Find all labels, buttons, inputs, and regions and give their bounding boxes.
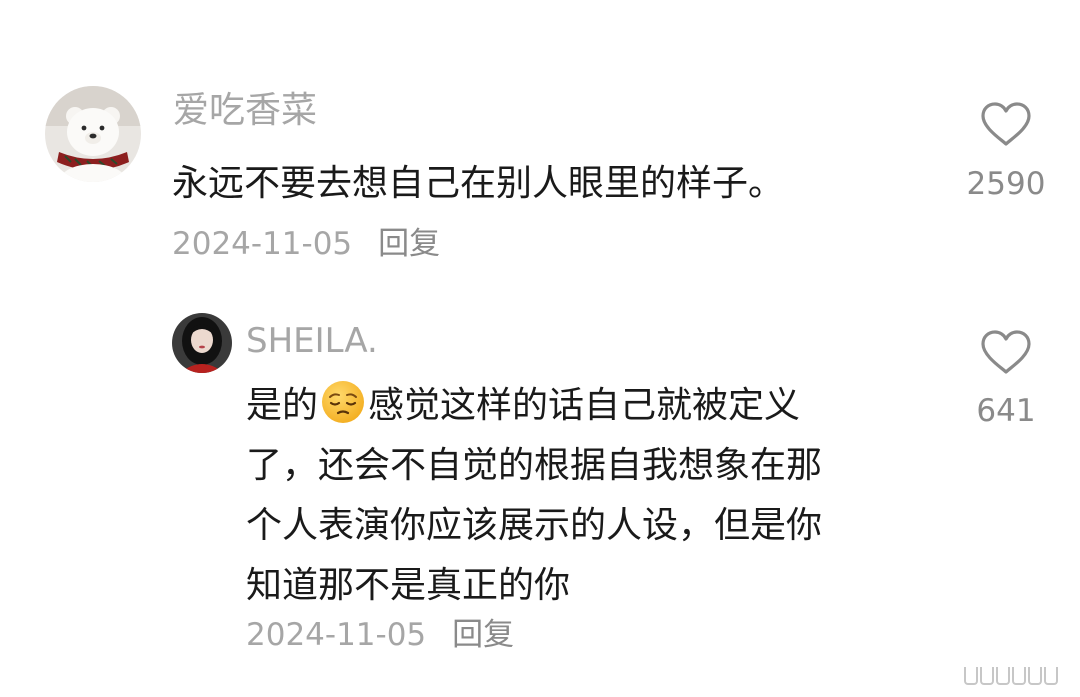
- heart-outline-icon[interactable]: [980, 101, 1032, 147]
- like-count: 2590: [966, 166, 1046, 202]
- reply-text: 是的 感觉这样的话自己就被定义 了，还会不自觉的根据自我想象在那 个人表演你应该…: [246, 376, 822, 616]
- reply-text-line: 是的 感觉这样的话自己就被定义: [246, 376, 822, 436]
- reply-text-line: 个人表演你应该展示的人设，但是你: [246, 505, 823, 546]
- avatar[interactable]: [172, 313, 232, 373]
- comment-meta: 2024-11-05 回复: [172, 229, 440, 260]
- reply-text-line: 知道那不是真正的你: [246, 565, 571, 606]
- comment-username[interactable]: 爱吃香菜: [173, 93, 317, 129]
- reply-text-line: 了，还会不自觉的根据自我想象在那: [246, 445, 823, 486]
- watermark-icon: [964, 667, 1058, 685]
- comment-date: 2024-11-05: [172, 226, 353, 262]
- reply-button[interactable]: 回复: [378, 229, 440, 260]
- heart-outline-icon[interactable]: [980, 329, 1032, 375]
- girl-portrait-avatar-icon: [172, 313, 232, 373]
- reply-username[interactable]: SHEILA.: [246, 324, 378, 358]
- avatar[interactable]: [45, 86, 141, 182]
- comment-text: 永远不要去想自己在别人眼里的样子。: [172, 163, 785, 204]
- reply-button[interactable]: 回复: [452, 620, 514, 651]
- reply-meta: 2024-11-05 回复: [246, 620, 514, 651]
- comment-thread: 爱吃香菜 永远不要去想自己在别人眼里的样子。 2024-11-05 回复 259…: [0, 0, 1080, 697]
- pensive-face-emoji-icon: [322, 381, 365, 423]
- reply-date: 2024-11-05: [246, 617, 427, 653]
- like-count: 641: [976, 393, 1036, 429]
- polar-bear-avatar-icon: [45, 86, 141, 182]
